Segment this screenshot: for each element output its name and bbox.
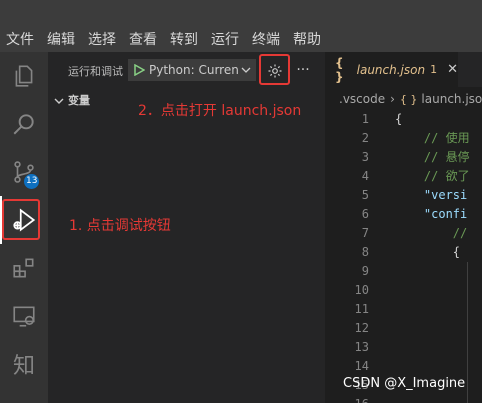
menu-bar: 文件 编辑 选择 查看 转到 运行 终端 帮助	[0, 28, 482, 52]
code-line: 4 // 欲了	[325, 167, 482, 186]
annotation-step1: 1. 点击调试按钮	[69, 218, 171, 234]
annotation-box-debug	[2, 199, 40, 240]
code-text: // 使用	[395, 131, 470, 145]
code-line: 7 //	[325, 224, 482, 243]
menu-go[interactable]: 转到	[170, 28, 198, 52]
line-number: 5	[361, 188, 369, 202]
chevron-right-icon: ›	[390, 92, 395, 106]
code-line: 2 // 使用	[325, 129, 482, 148]
activity-extensions[interactable]	[0, 244, 48, 292]
activity-explorer[interactable]	[0, 52, 48, 100]
files-icon	[15, 65, 33, 87]
line-number: 4	[361, 169, 369, 183]
line-number: 7	[361, 226, 369, 240]
activity-source-control[interactable]: 13	[0, 148, 48, 196]
code-text: //	[395, 226, 468, 240]
line-number: 10	[354, 283, 369, 297]
editor-area: { } launch.json 1 ✕ .vscode › { } launch…	[325, 52, 482, 403]
search-icon	[13, 114, 34, 135]
line-number: 1	[361, 112, 369, 126]
indent-guide	[467, 262, 468, 403]
menu-help[interactable]: 帮助	[293, 28, 321, 52]
code-line: 13	[325, 338, 482, 357]
activity-search[interactable]	[0, 100, 48, 148]
tab-launch-json[interactable]: { } launch.json 1 ✕	[325, 52, 458, 87]
title-bar	[0, 0, 482, 28]
code-text: {	[395, 245, 461, 259]
line-number: 9	[361, 264, 369, 278]
menu-run[interactable]: 运行	[211, 28, 239, 52]
breadcrumb: .vscode › { } launch.json	[339, 90, 482, 108]
code-line: 1{	[325, 110, 482, 129]
menu-edit[interactable]: 编辑	[47, 28, 75, 52]
close-icon[interactable]: ✕	[447, 62, 458, 77]
menu-terminal[interactable]: 终端	[252, 28, 280, 52]
code-editor[interactable]: 1{2 // 使用 3 // 悬停 4 // 欲了 5 "versi 6 "confi 7…	[325, 110, 482, 403]
chevron-down-icon	[239, 63, 253, 77]
code-line: 9	[325, 262, 482, 281]
start-debugging-icon[interactable]	[129, 60, 149, 80]
annotation-step2: 2．点击打开 launch.json	[138, 103, 302, 119]
source-control-badge: 13	[24, 174, 40, 189]
annotation-box-gear	[259, 54, 290, 85]
tab-problem-count: 1	[430, 63, 438, 76]
json-file-icon: { }	[399, 92, 418, 106]
code-line: 3 // 悬停	[325, 148, 482, 167]
breadcrumb-folder[interactable]: .vscode	[339, 92, 385, 106]
line-number: 11	[354, 302, 369, 316]
chevron-down-icon	[54, 91, 64, 110]
line-number: 14	[354, 359, 369, 373]
tab-label: launch.json	[356, 62, 426, 77]
line-number: 8	[361, 245, 369, 259]
code-line: 6 "confi	[325, 205, 482, 224]
line-number: 16	[329, 395, 369, 403]
activity-zhihu[interactable]: 知	[0, 340, 48, 388]
code-text: // 欲了	[395, 169, 470, 183]
watermark: CSDN @X_Imagine	[343, 376, 466, 391]
launch-config-dropdown[interactable]: Python: Current File	[128, 59, 256, 81]
line-number: 13	[354, 340, 369, 354]
line-number: 12	[354, 321, 369, 335]
code-line: 11	[325, 300, 482, 319]
line-number: 2	[361, 131, 369, 145]
json-file-icon: { }	[335, 55, 344, 84]
code-line: 16	[325, 395, 482, 403]
breadcrumb-file[interactable]: launch.json	[421, 92, 482, 106]
code-line: 10	[325, 281, 482, 300]
sidebar-title: 运行和调试	[68, 65, 123, 78]
menu-view[interactable]: 查看	[129, 28, 157, 52]
variables-section-label: 变量	[68, 94, 90, 107]
menu-file[interactable]: 文件	[6, 28, 34, 52]
code-text: "versi	[395, 188, 468, 202]
code-text: // 悬停	[395, 150, 470, 164]
code-text: "confi	[395, 207, 468, 221]
code-line: 14	[325, 357, 482, 376]
line-number: 3	[361, 150, 369, 164]
code-line: 5 "versi	[325, 186, 482, 205]
line-number: 6	[361, 207, 369, 221]
code-line: 8 {	[325, 243, 482, 262]
menu-selection[interactable]: 选择	[88, 28, 116, 52]
remote-explorer-icon	[13, 306, 35, 327]
editor-tabs: { } launch.json 1 ✕	[325, 52, 482, 87]
extensions-icon	[13, 258, 34, 278]
launch-config-name: Python: Current File	[149, 63, 239, 77]
more-actions-button[interactable]: ···	[293, 59, 313, 81]
code-text: {	[395, 112, 403, 126]
code-line: 12	[325, 319, 482, 338]
activity-remote-explorer[interactable]	[0, 292, 48, 340]
zhihu-icon: 知	[12, 354, 35, 379]
